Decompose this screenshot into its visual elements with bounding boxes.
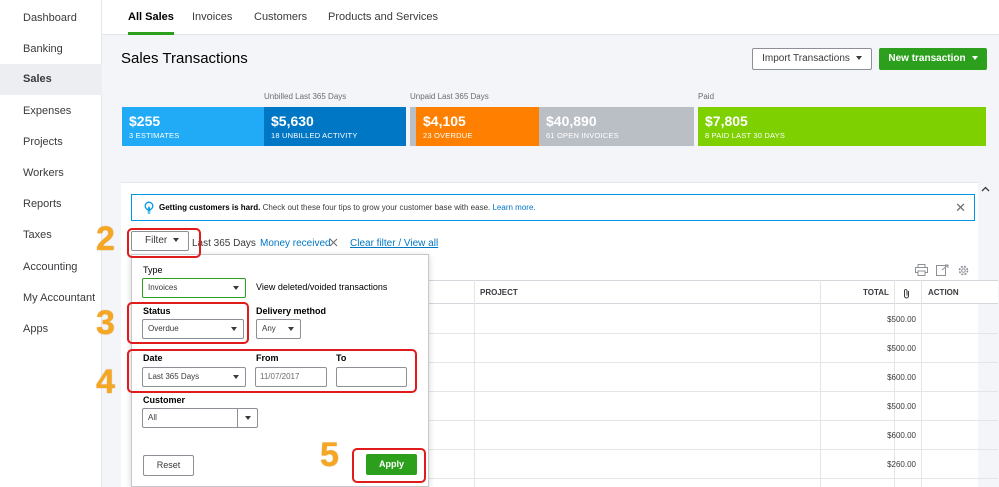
clear-filter-link[interactable]: Clear filter / View all: [350, 238, 438, 249]
remove-chip-icon[interactable]: [329, 238, 338, 250]
chevron-down-icon: [971, 56, 978, 61]
column-action[interactable]: ACTION: [928, 288, 959, 297]
select-divider: [237, 409, 238, 427]
customer-label: Customer: [143, 395, 186, 405]
tile-subtitle: 23 OVERDUE: [423, 131, 473, 140]
row-total: $260.00: [887, 460, 916, 469]
table-row[interactable]: $500.00: [428, 334, 998, 363]
date-filter-chip: Last 365 Days: [192, 238, 256, 249]
step-number-4: 4: [96, 363, 115, 401]
tab-all-sales[interactable]: All Sales: [128, 0, 174, 35]
open-invoices-tile[interactable]: $40,890 61 OPEN INVOICES: [539, 107, 694, 146]
table-row[interactable]: $500.00: [428, 392, 998, 421]
table-row[interactable]: $260.00: [428, 450, 998, 479]
sidebar-item-my-accountant[interactable]: My Accountant: [0, 283, 102, 314]
row-total: $600.00: [887, 431, 916, 440]
tile-amount: $7,805: [705, 113, 748, 129]
estimates-tile[interactable]: $255 3 ESTIMATES: [122, 107, 264, 146]
chevron-down-icon: [233, 286, 239, 290]
view-deleted-link[interactable]: View deleted/voided transactions: [256, 282, 387, 292]
table-row[interactable]: $500.00: [428, 305, 998, 334]
table-header: PROJECT TOTAL ACTION: [428, 280, 998, 304]
annotation-box-status: [127, 302, 249, 344]
sidebar: Dashboard Banking Sales Expenses Project…: [0, 0, 102, 487]
chevron-down-icon: [855, 56, 862, 61]
customer-select-value: All: [148, 413, 157, 422]
type-select-value: Invoices: [148, 283, 178, 292]
tile-amount: $5,630: [271, 113, 314, 129]
top-tabs: All Sales Invoices Customers Products an…: [102, 0, 999, 35]
sidebar-item-workers[interactable]: Workers: [0, 158, 102, 189]
gear-icon[interactable]: [957, 264, 970, 280]
step-number-5: 5: [320, 436, 339, 474]
customer-select[interactable]: All: [142, 408, 258, 428]
tab-customers[interactable]: Customers: [254, 0, 307, 35]
learn-more-link[interactable]: Learn more.: [492, 203, 535, 212]
lightbulb-icon: [144, 201, 154, 218]
status-filter-chip[interactable]: Money received: [260, 238, 331, 249]
unbilled-activity-tile[interactable]: $5,630 18 UNBILLED ACTIVITY: [264, 107, 406, 146]
scroll-up-icon[interactable]: [981, 184, 990, 194]
new-transaction-label: New transaction: [888, 53, 966, 64]
row-total: $600.00: [887, 373, 916, 382]
sidebar-item-dashboard[interactable]: Dashboard: [0, 3, 102, 34]
annotation-box-apply: [352, 448, 426, 483]
delivery-method-value: Any: [262, 324, 276, 333]
delivery-method-label: Delivery method: [256, 306, 327, 316]
tile-amount: $255: [129, 113, 161, 129]
paperclip-icon: [903, 288, 910, 302]
print-icon[interactable]: [915, 264, 928, 279]
table-row[interactable]: $600.00: [428, 363, 998, 392]
new-transaction-button[interactable]: New transaction: [879, 48, 987, 70]
sidebar-item-taxes[interactable]: Taxes: [0, 220, 102, 251]
sidebar-item-expenses[interactable]: Expenses: [0, 96, 102, 127]
step-number-2: 2: [96, 220, 115, 258]
delivery-method-select[interactable]: Any: [256, 319, 301, 339]
tab-invoices[interactable]: Invoices: [192, 0, 232, 35]
tile-subtitle: 8 PAID LAST 30 DAYS: [705, 131, 786, 140]
sidebar-item-reports[interactable]: Reports: [0, 189, 102, 220]
column-total[interactable]: TOTAL: [863, 288, 889, 297]
sidebar-item-accounting[interactable]: Accounting: [0, 252, 102, 283]
tile-amount: $4,105: [423, 113, 466, 129]
close-icon[interactable]: ✕: [955, 200, 966, 216]
annotation-box-date: [127, 349, 417, 393]
chevron-down-icon: [288, 327, 294, 331]
tip-bold: Getting customers is hard.: [159, 203, 261, 212]
row-total: $500.00: [887, 402, 916, 411]
sidebar-item-sales[interactable]: Sales: [0, 64, 102, 95]
tip-banner: Getting customers is hard. Check out the…: [131, 194, 975, 221]
import-transactions-label: Import Transactions: [762, 53, 850, 64]
tip-text: Check out these four tips to grow your c…: [260, 203, 493, 212]
table-row[interactable]: $600.00: [428, 421, 998, 450]
unbilled-label: Unbilled Last 365 Days: [264, 92, 347, 101]
tile-amount: $40,890: [546, 113, 597, 129]
annotation-box-filter: [127, 228, 201, 258]
row-total: $500.00: [887, 315, 916, 324]
tab-products-and-services[interactable]: Products and Services: [328, 0, 438, 35]
sidebar-item-apps[interactable]: Apps: [0, 314, 102, 345]
column-project[interactable]: PROJECT: [480, 288, 518, 297]
paid-label: Paid: [698, 92, 715, 101]
tile-subtitle: 18 UNBILLED ACTIVITY: [271, 131, 358, 140]
paid-tile[interactable]: $7,805 8 PAID LAST 30 DAYS: [698, 107, 986, 146]
step-number-3: 3: [96, 304, 115, 342]
tile-subtitle: 61 OPEN INVOICES: [546, 131, 619, 140]
overdue-tile[interactable]: $4,105 23 OVERDUE: [416, 107, 539, 146]
page-title: Sales Transactions: [121, 50, 248, 67]
sidebar-item-banking[interactable]: Banking: [0, 34, 102, 65]
type-select[interactable]: Invoices: [142, 278, 246, 298]
tile-subtitle: 3 ESTIMATES: [129, 131, 180, 140]
import-transactions-button[interactable]: Import Transactions: [752, 48, 872, 70]
sidebar-item-projects[interactable]: Projects: [0, 127, 102, 158]
unpaid-label: Unpaid Last 365 Days: [410, 92, 489, 101]
reset-button[interactable]: Reset: [143, 455, 194, 476]
chevron-down-icon: [245, 416, 251, 420]
export-icon[interactable]: [936, 264, 949, 279]
row-total: $500.00: [887, 344, 916, 353]
type-label: Type: [143, 265, 163, 275]
